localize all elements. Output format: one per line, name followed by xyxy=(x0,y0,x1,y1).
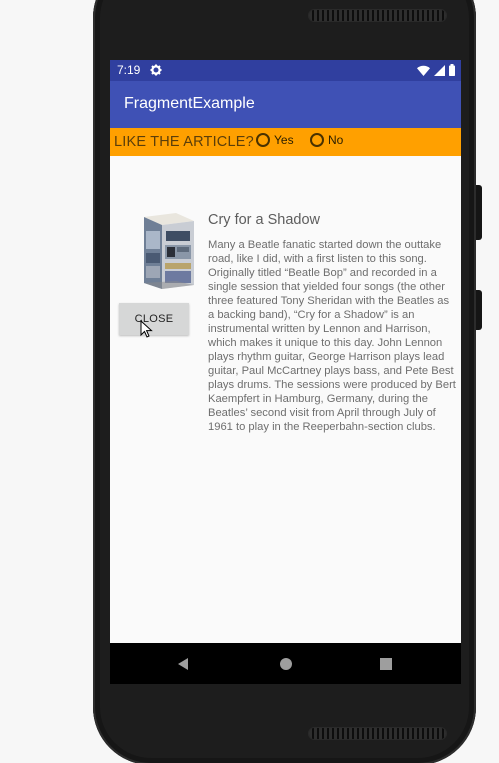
radio-no-circle-icon[interactable] xyxy=(310,133,324,147)
article-fragment: CLOSE Cry for a Shadow Many a Beatle fan… xyxy=(110,156,461,643)
bottom-speaker-grille xyxy=(309,728,446,739)
settings-gear-icon xyxy=(150,64,162,76)
home-icon[interactable] xyxy=(278,656,294,672)
app-bar: FragmentExample xyxy=(110,81,461,128)
device-screen: 7:19 FragmentExample LIKE THE ARTICLE? Y… xyxy=(110,60,461,684)
status-bar: 7:19 xyxy=(110,60,461,81)
power-button[interactable] xyxy=(476,290,482,330)
radio-yes-circle-icon[interactable] xyxy=(256,133,270,147)
top-speaker-grille xyxy=(309,10,446,21)
back-icon[interactable] xyxy=(175,656,191,672)
radio-no[interactable]: No xyxy=(310,133,343,147)
mouse-cursor-icon xyxy=(140,320,153,338)
radio-yes-label: Yes xyxy=(274,133,294,147)
article-title: Cry for a Shadow xyxy=(208,212,321,228)
status-icons xyxy=(417,64,455,76)
album-box-set-image xyxy=(144,213,194,289)
rating-bar: LIKE THE ARTICLE? Yes No xyxy=(110,128,461,156)
rating-question: LIKE THE ARTICLE? xyxy=(114,134,254,150)
navigation-bar xyxy=(110,643,461,684)
radio-no-label: No xyxy=(328,133,344,147)
close-button[interactable]: CLOSE xyxy=(119,303,189,335)
app-title: FragmentExample xyxy=(124,95,255,112)
signal-icon xyxy=(434,64,445,76)
battery-icon xyxy=(449,64,455,76)
radio-yes[interactable]: Yes xyxy=(256,133,294,147)
emulator-scene: 7:19 FragmentExample LIKE THE ARTICLE? Y… xyxy=(0,0,499,763)
volume-button[interactable] xyxy=(476,185,482,240)
wifi-icon xyxy=(417,65,430,76)
recents-icon[interactable] xyxy=(378,656,394,672)
article-body: Many a Beatle fanatic started down the o… xyxy=(208,239,456,433)
status-time: 7:19 xyxy=(117,63,141,77)
